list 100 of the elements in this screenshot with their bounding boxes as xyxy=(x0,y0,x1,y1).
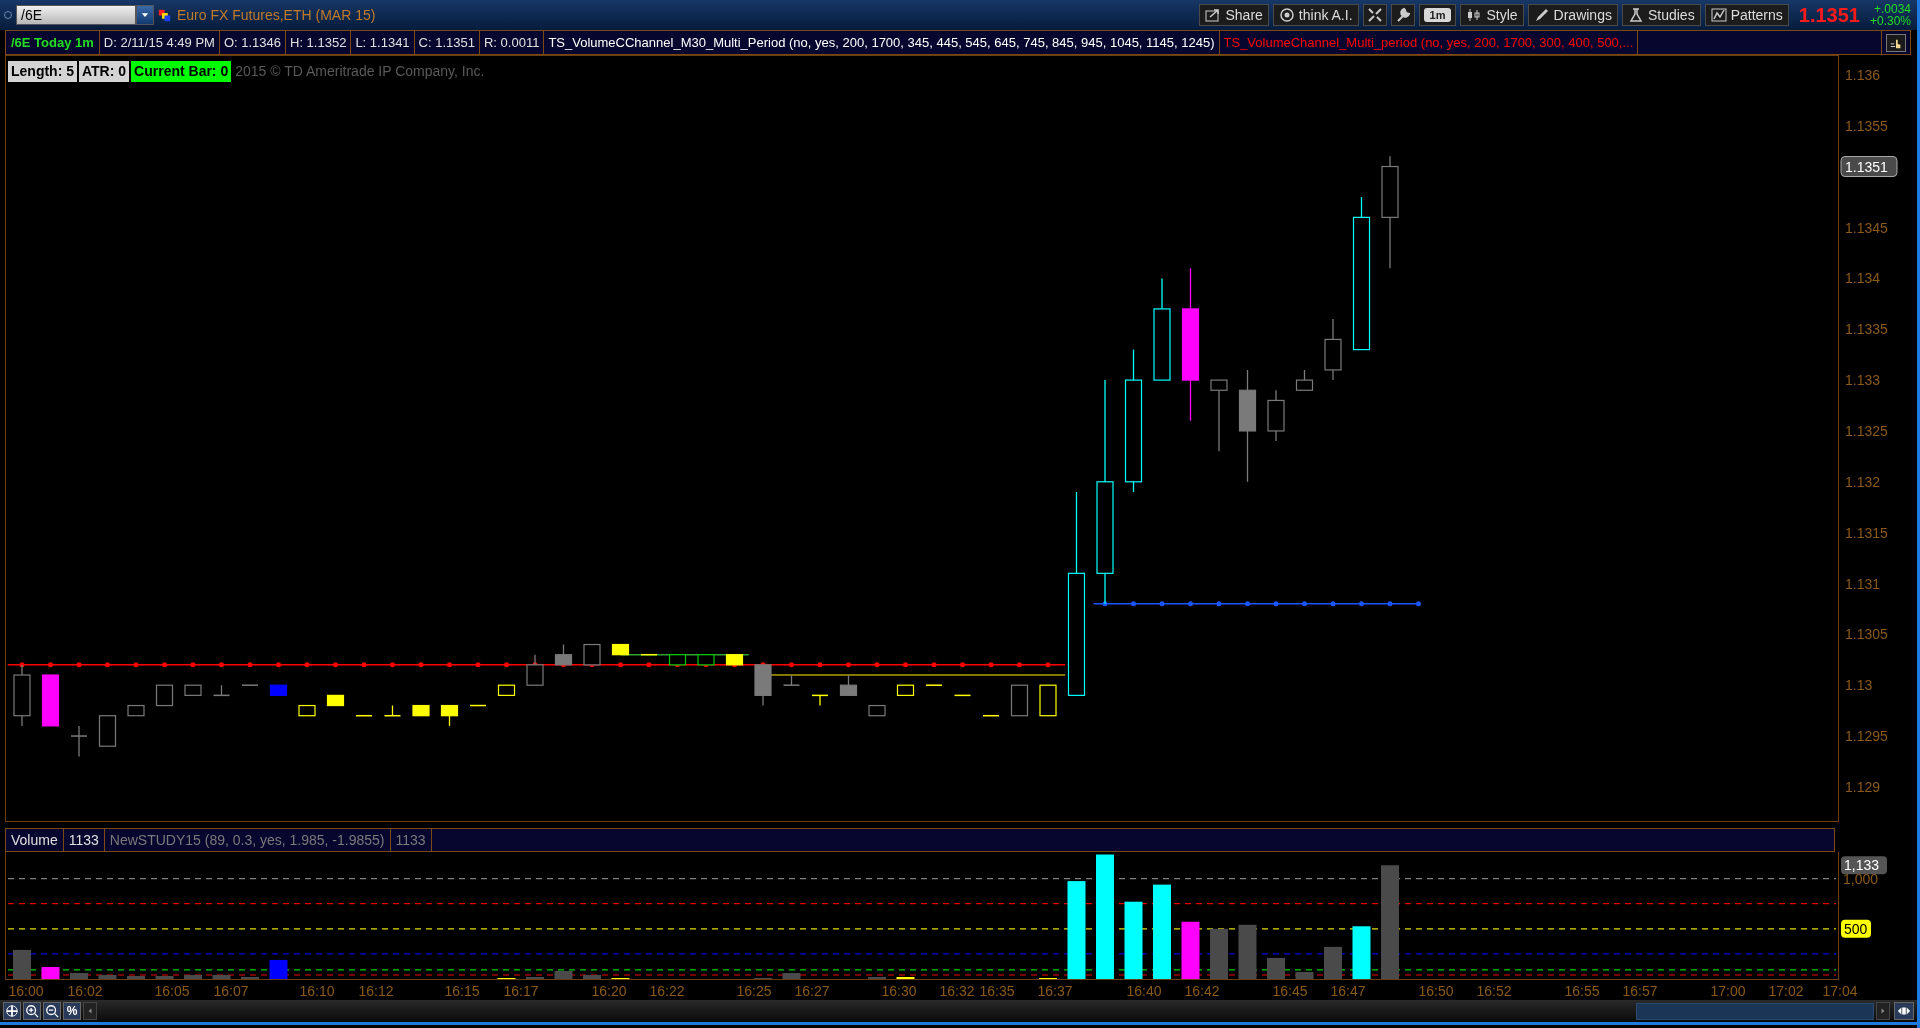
candlestick xyxy=(925,684,943,686)
candlestick xyxy=(326,694,345,707)
volume-bar xyxy=(1352,926,1371,979)
candlestick xyxy=(355,714,373,717)
toolbar-icon-button[interactable] xyxy=(1362,4,1387,26)
time-axis-label: 16:05 xyxy=(154,983,190,999)
zoom-in-button[interactable] xyxy=(23,1002,41,1020)
price-axis-label: 1.1325 xyxy=(1845,422,1888,439)
last-price: 1.1351 xyxy=(1798,3,1860,28)
zoom-out-icon xyxy=(45,1004,59,1018)
time-axis-label: 16:57 xyxy=(1622,983,1658,999)
candlestick xyxy=(155,684,174,707)
price-change: +.0034 xyxy=(1873,3,1911,15)
toolbar-button[interactable]: think A.I. xyxy=(1272,4,1359,26)
candlestick xyxy=(811,694,829,707)
candlestick xyxy=(184,684,202,696)
time-axis-label: 16:45 xyxy=(1272,983,1308,999)
symbol-field[interactable]: /6E xyxy=(16,5,136,25)
cursor-button[interactable] xyxy=(1886,33,1906,52)
candlestick xyxy=(526,654,544,686)
pencil-icon xyxy=(1533,7,1550,23)
toolbar-button[interactable]: Studies xyxy=(1621,4,1701,26)
eye-icon xyxy=(1278,7,1295,23)
toolbar-button[interactable]: Share xyxy=(1199,4,1269,26)
instrument-description: Euro FX Futures,ETH (MAR 15) xyxy=(177,5,376,25)
scroll-left-button[interactable] xyxy=(83,1002,97,1020)
flask-icon xyxy=(1627,7,1644,23)
volume-bar xyxy=(184,975,202,979)
study-label[interactable]: TS_VolumeChannel_Multi_period (no, yes, 200, 1700, 300, 400, 500,... xyxy=(1219,31,1639,54)
left-arrow-icon xyxy=(86,1007,94,1015)
percent-button[interactable]: % xyxy=(63,1002,81,1020)
candlestick xyxy=(640,653,658,656)
candlestick xyxy=(782,674,801,686)
price-axis-label: 1.136 xyxy=(1845,67,1881,83)
volume-bar xyxy=(1295,971,1314,979)
time-axis-label: 16:10 xyxy=(299,983,335,999)
candlestick xyxy=(839,674,858,696)
toolbar-button[interactable]: Style xyxy=(1460,4,1524,26)
price-axis-label: 1.129 xyxy=(1845,778,1881,795)
quote-field: L: 1.1341 xyxy=(351,31,415,54)
candlestick xyxy=(70,725,88,758)
candlestick xyxy=(98,715,117,747)
dropdown-button[interactable] xyxy=(136,5,154,25)
time-axis-label: 16:00 xyxy=(8,983,44,999)
volume-bar xyxy=(583,975,601,979)
time-axis-label: 17:04 xyxy=(1822,983,1858,999)
toolbar-icon-button[interactable] xyxy=(1390,4,1415,26)
time-axis-label: 16:50 xyxy=(1418,983,1454,999)
candlestick xyxy=(583,643,601,666)
expand-button[interactable] xyxy=(1894,1002,1914,1020)
time-axis-label: 16:42 xyxy=(1184,983,1220,999)
volume-bar xyxy=(782,973,801,979)
study-label[interactable]: TS_VolumeCChannel_M30_Multi_Period (no, yes, 200, 1700, 345, 445, 545, 645, 745, 845, 945, 1045, 1145, 1245) xyxy=(544,31,1220,54)
quote-field: O: 1.1346 xyxy=(219,31,286,54)
study-value-label: Current Bar: 0 xyxy=(131,61,232,82)
candlestick xyxy=(298,704,316,717)
price-axis-label: 1.131 xyxy=(1845,575,1881,592)
timeframe-button[interactable]: 1m xyxy=(1423,8,1452,22)
candlestick xyxy=(383,704,402,717)
scrollbar[interactable] xyxy=(1636,1002,1874,1020)
candlestick xyxy=(412,704,430,717)
study-value-label: Length: 5 xyxy=(8,61,77,82)
time-axis-label: 16:55 xyxy=(1564,983,1600,999)
zoom-in-icon xyxy=(25,1004,39,1018)
candlestick xyxy=(725,654,744,666)
time-axis-label: 16:30 xyxy=(881,983,917,999)
crosshair-button[interactable] xyxy=(3,1002,21,1020)
copyright-text: 2015 © TD Ameritrade IP Company, Inc. xyxy=(235,62,485,81)
study-header-label: 1133 xyxy=(63,829,105,851)
squares-icon xyxy=(158,8,171,22)
last-price-badge: 1.1351 xyxy=(1840,156,1898,178)
price-axis-label: 1.1355 xyxy=(1845,117,1888,134)
crosshair-icon xyxy=(5,1004,19,1018)
volume-bar xyxy=(1238,924,1257,979)
candlestick xyxy=(212,684,231,697)
scroll-right-button[interactable] xyxy=(1876,1002,1890,1020)
value-badge: 500 xyxy=(1841,919,1871,938)
time-axis-label: 16:25 xyxy=(736,983,772,999)
time-axis-label: 16:40 xyxy=(1126,983,1162,999)
zoom-out-button[interactable] xyxy=(43,1002,61,1020)
candlestick xyxy=(982,714,1000,717)
volume-bar xyxy=(1181,921,1200,979)
toolbar-button[interactable]: Drawings xyxy=(1527,4,1618,26)
candlestick xyxy=(469,704,487,707)
toolbar-button[interactable]: Patterns xyxy=(1704,4,1789,26)
candlestick xyxy=(241,684,259,686)
volume-bar xyxy=(70,973,88,979)
candlestick xyxy=(754,664,772,707)
study-header-label: Volume xyxy=(6,829,64,851)
time-axis-label: 16:35 xyxy=(979,983,1015,999)
candlestick xyxy=(1324,318,1342,381)
price-axis-label: 1.134 xyxy=(1845,270,1881,287)
volume-bar xyxy=(269,959,288,979)
time-axis-label: 16:47 xyxy=(1330,983,1366,999)
candlestick xyxy=(497,684,516,696)
time-axis-label: 17:00 xyxy=(1710,983,1746,999)
study-header-label: 1133 xyxy=(390,829,432,851)
time-axis-label: 16:15 xyxy=(444,983,480,999)
candlestick xyxy=(697,654,715,666)
right-arrow-icon xyxy=(1879,1007,1887,1015)
